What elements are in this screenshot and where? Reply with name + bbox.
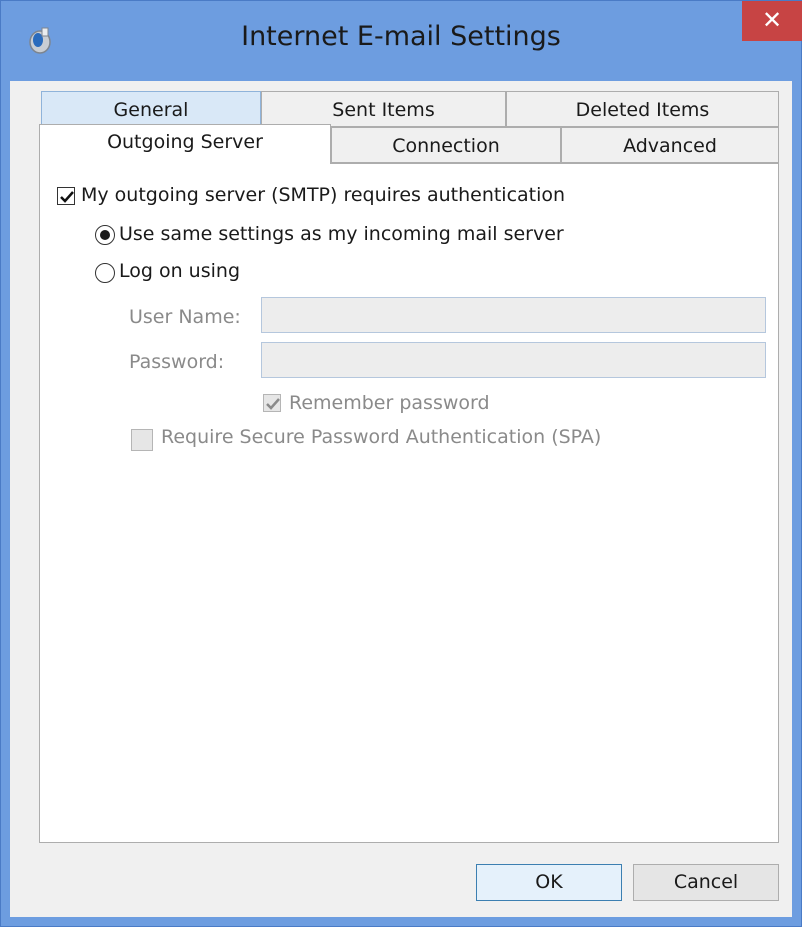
- tab-outgoing-server[interactable]: Outgoing Server: [39, 124, 331, 164]
- same-settings-radio[interactable]: [95, 225, 115, 245]
- tab-general[interactable]: General: [41, 91, 261, 127]
- tab-label: Deleted Items: [575, 99, 710, 121]
- same-settings-label[interactable]: Use same settings as my incoming mail se…: [119, 223, 564, 245]
- smtp-auth-checkbox[interactable]: [57, 187, 75, 205]
- password-field[interactable]: [261, 342, 766, 378]
- radio-selected-dot: [100, 230, 110, 240]
- dialog-window: Internet E-mail Settings ✕ General Sent …: [0, 0, 802, 927]
- logon-using-label[interactable]: Log on using: [119, 260, 240, 282]
- spa-label[interactable]: Require Secure Password Authentication (…: [161, 426, 601, 448]
- tab-label: Outgoing Server: [107, 131, 263, 153]
- smtp-auth-label[interactable]: My outgoing server (SMTP) requires authe…: [81, 184, 565, 206]
- logon-using-radio[interactable]: [95, 263, 115, 283]
- checkmark-icon: [60, 191, 74, 203]
- title-bar[interactable]: Internet E-mail Settings ✕: [1, 1, 802, 81]
- close-button[interactable]: ✕: [742, 1, 802, 41]
- remember-password-label[interactable]: Remember password: [289, 392, 490, 414]
- remember-password-checkbox[interactable]: [263, 394, 281, 412]
- checkmark-icon: [266, 398, 280, 410]
- tab-label: Connection: [392, 135, 500, 157]
- close-icon: ✕: [761, 6, 783, 34]
- window-title: Internet E-mail Settings: [241, 21, 561, 52]
- tab-label: Sent Items: [332, 99, 435, 121]
- password-label: Password:: [129, 351, 225, 373]
- username-field[interactable]: [261, 297, 766, 333]
- spa-checkbox[interactable]: [131, 429, 153, 451]
- tab-advanced[interactable]: Advanced: [561, 127, 779, 163]
- cancel-button[interactable]: Cancel: [633, 864, 779, 901]
- tab-label: General: [113, 99, 189, 121]
- ok-button[interactable]: OK: [476, 864, 622, 901]
- tab-connection[interactable]: Connection: [331, 127, 561, 163]
- username-label: User Name:: [129, 306, 241, 328]
- tab-label: Advanced: [623, 135, 717, 157]
- tab-deleted-items[interactable]: Deleted Items: [506, 91, 779, 127]
- tab-sent-items[interactable]: Sent Items: [261, 91, 506, 127]
